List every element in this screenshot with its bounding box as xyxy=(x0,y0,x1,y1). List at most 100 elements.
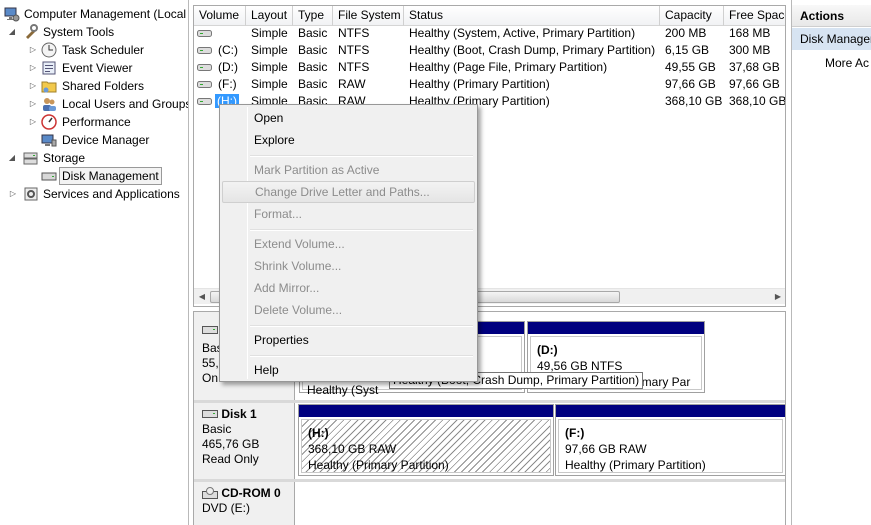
drive-icon xyxy=(197,47,212,54)
col-header-file-system[interactable]: File System xyxy=(333,6,404,26)
menu-item-shrink-volume[interactable]: Shrink Volume... xyxy=(222,255,475,277)
tree-label-root: Computer Management (Local xyxy=(24,7,187,21)
computer-management-icon xyxy=(4,7,20,22)
cell-file-system: NTFS xyxy=(338,60,370,74)
expand-arrow-icon[interactable]: ▷ xyxy=(9,190,17,198)
actions-section-disk-management[interactable]: Disk Manager xyxy=(792,28,871,50)
disk1-type: Basic xyxy=(202,422,232,436)
disk1-label[interactable]: Disk 1 Basic 465,76 GB Read Only xyxy=(194,403,295,479)
disk-icon xyxy=(202,410,218,418)
cell-capacity: 368,10 GB xyxy=(665,94,723,108)
partition-f[interactable]: (F:) 97,66 GB RAW Healthy (Primary Parti… xyxy=(555,404,785,476)
more-actions-link[interactable]: More Ac xyxy=(825,54,869,72)
services-icon xyxy=(24,187,38,201)
performance-icon xyxy=(41,114,57,130)
table-row[interactable]: (C:) Simple Basic NTFS Healthy (Boot, Cr… xyxy=(194,42,785,59)
cell-layout: Simple xyxy=(251,77,288,91)
disk1-name: Disk 1 xyxy=(221,407,257,421)
cell-status: Healthy (System, Active, Primary Partiti… xyxy=(409,26,636,40)
menu-item-mark-active[interactable]: Mark Partition as Active xyxy=(222,159,475,181)
clock-icon xyxy=(41,42,57,58)
partition-h[interactable]: (H:) 368,10 GB RAW Healthy (Primary Part… xyxy=(298,404,554,476)
menu-item-properties[interactable]: Properties xyxy=(222,329,475,351)
cell-capacity: 97,66 GB xyxy=(665,77,716,91)
cdrom-name: CD-ROM 0 xyxy=(221,486,281,500)
scroll-left-icon[interactable]: ◀ xyxy=(194,289,210,305)
cell-type: Basic xyxy=(298,43,328,57)
drive-icon xyxy=(197,64,212,71)
tree-label-task-scheduler: Task Scheduler xyxy=(62,43,145,57)
drive-icon xyxy=(197,30,212,37)
drive-icon xyxy=(197,81,212,88)
menu-item-add-mirror[interactable]: Add Mirror... xyxy=(222,277,475,299)
partition-f-name: (F:) xyxy=(565,426,585,440)
expand-arrow-icon[interactable]: ▷ xyxy=(29,118,37,126)
cell-free-space: 37,68 GB xyxy=(729,60,780,74)
tree-label-device-manager: Device Manager xyxy=(62,133,150,147)
partition-bar xyxy=(556,405,785,417)
col-header-status[interactable]: Status xyxy=(404,6,660,26)
tools-icon xyxy=(26,24,38,39)
menu-item-help[interactable]: Help xyxy=(222,359,475,381)
context-menu: Open Explore Mark Partition as Active Ch… xyxy=(219,104,478,382)
partition-f-size: 97,66 GB RAW xyxy=(565,442,647,456)
cell-volume: (D:) xyxy=(218,60,238,74)
console-tree: Computer Management (Local ◢ System Tool… xyxy=(0,0,189,525)
cell-type: Basic xyxy=(298,26,328,40)
cell-file-system: NTFS xyxy=(338,26,370,40)
tree-label-performance: Performance xyxy=(62,115,131,129)
expand-arrow-icon[interactable]: ▷ xyxy=(29,64,37,72)
col-header-type[interactable]: Type xyxy=(293,6,333,26)
col-header-capacity[interactable]: Capacity xyxy=(660,6,724,26)
disk-icon xyxy=(202,326,218,334)
table-row[interactable]: (F:) Simple Basic RAW Healthy (Primary P… xyxy=(194,76,785,93)
col-header-volume[interactable]: Volume xyxy=(194,6,246,26)
event-viewer-icon xyxy=(42,61,56,75)
tree-label-system-tools: System Tools xyxy=(43,25,115,39)
col-header-layout[interactable]: Layout xyxy=(246,6,293,26)
menu-item-extend-volume[interactable]: Extend Volume... xyxy=(222,233,475,255)
cell-status: Healthy (Boot, Crash Dump, Primary Parti… xyxy=(409,43,656,57)
menu-item-explore[interactable]: Explore xyxy=(222,129,475,151)
partition-bar xyxy=(528,322,704,334)
tree-label-event-viewer: Event Viewer xyxy=(62,61,133,75)
users-icon xyxy=(43,98,56,111)
expand-arrow-icon[interactable]: ▷ xyxy=(29,100,37,108)
cell-capacity: 49,55 GB xyxy=(665,60,716,74)
cell-capacity: 200 MB xyxy=(665,26,707,40)
collapse-arrow-icon[interactable]: ◢ xyxy=(8,154,16,162)
menu-item-open[interactable]: Open xyxy=(222,107,475,129)
partition-f-status: Healthy (Primary Partition) xyxy=(565,458,706,472)
tree-label-local-users: Local Users and Groups xyxy=(62,97,189,111)
table-row[interactable]: (D:) Simple Basic NTFS Healthy (Page Fil… xyxy=(194,59,785,76)
partition-h-body: (H:) 368,10 GB RAW Healthy (Primary Part… xyxy=(301,419,551,473)
device-manager-icon xyxy=(41,134,57,147)
tree-label-shared-folders: Shared Folders xyxy=(62,79,145,93)
cdrom-icon xyxy=(202,487,218,499)
menu-item-change-drive-letter[interactable]: Change Drive Letter and Paths... xyxy=(222,181,475,203)
expand-arrow-icon[interactable]: ▷ xyxy=(29,82,37,90)
disk1-size: 465,76 GB xyxy=(202,437,260,451)
cdrom-label[interactable]: CD-ROM 0 DVD (E:) xyxy=(194,482,295,525)
menu-item-format[interactable]: Format... xyxy=(222,203,475,225)
expand-arrow-icon[interactable]: ▷ xyxy=(29,46,37,54)
cdrom-drive: DVD (E:) xyxy=(202,501,250,515)
partition-h-size: 368,10 GB RAW xyxy=(308,442,397,456)
cell-free-space: 97,66 GB xyxy=(729,77,780,91)
cell-volume: (F:) xyxy=(218,77,237,91)
storage-icon xyxy=(23,152,38,165)
menu-item-delete-volume[interactable]: Delete Volume... xyxy=(222,299,475,321)
partition-bar xyxy=(299,405,553,417)
actions-title: Actions xyxy=(792,5,871,27)
cell-file-system: NTFS xyxy=(338,43,370,57)
collapse-arrow-icon[interactable]: ◢ xyxy=(8,28,16,36)
partition-h-status: Healthy (Primary Partition) xyxy=(308,458,449,472)
menu-separator xyxy=(250,229,473,231)
cell-status: Healthy (Primary Partition) xyxy=(409,77,550,91)
cell-type: Basic xyxy=(298,77,328,91)
table-row[interactable]: Simple Basic NTFS Healthy (System, Activ… xyxy=(194,25,785,42)
col-header-free-space[interactable]: Free Space xyxy=(724,6,785,26)
scroll-right-icon[interactable]: ▶ xyxy=(770,289,785,305)
tree-label-services-apps: Services and Applications xyxy=(43,187,180,201)
cell-free-space: 368,10 GB xyxy=(729,94,786,108)
